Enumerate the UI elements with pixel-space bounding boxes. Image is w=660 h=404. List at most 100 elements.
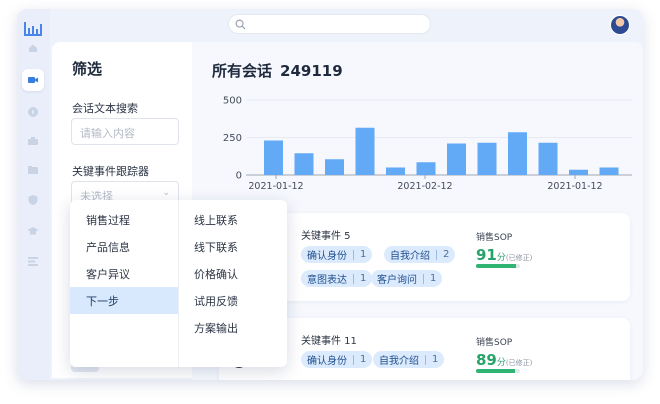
dropdown-option[interactable]: 产品信息	[70, 233, 178, 260]
bar[interactable]	[477, 142, 497, 175]
dropdown-option[interactable]: 下一步	[70, 287, 178, 314]
bar[interactable]	[386, 167, 405, 176]
event-tag-label: 自我介绍	[390, 251, 430, 262]
tag-separator	[436, 249, 437, 260]
event-tag-count: 1	[430, 273, 437, 284]
text-search-input[interactable]: 请输入内容	[71, 118, 179, 145]
bar[interactable]	[447, 143, 466, 176]
sop-score-note: (已修正)	[505, 359, 533, 367]
bar[interactable]	[538, 142, 558, 175]
chevron-down-icon: ⌄	[162, 188, 170, 198]
rail-folder-button[interactable]	[22, 159, 44, 181]
x-tick-label: 2021-01-12	[547, 181, 602, 192]
event-tag-count: 1	[360, 354, 367, 365]
global-search-input[interactable]	[228, 14, 431, 34]
tracker-label: 关键事件跟踪器	[72, 165, 149, 178]
rail-home-button[interactable]	[22, 37, 44, 59]
x-tick-label: 2021-02-12	[397, 181, 452, 192]
sop-progress-fill	[476, 369, 516, 373]
bar[interactable]	[508, 132, 527, 175]
event-tag[interactable]: 自我介绍 2	[384, 246, 456, 263]
tag-separator	[353, 249, 354, 260]
sop-score-value: 89	[476, 351, 497, 369]
event-tag-count: 2	[443, 249, 450, 260]
rail-briefcase-button[interactable]	[22, 130, 44, 152]
compass-icon	[28, 107, 38, 117]
rail-compass-button[interactable]	[22, 101, 44, 123]
sop-score-note: (已修正)	[505, 254, 533, 262]
tag-separator	[423, 273, 424, 284]
sop-score: 91分(已修正)	[476, 246, 532, 264]
list-icon	[28, 257, 38, 266]
event-tag-count: 1	[432, 354, 439, 365]
event-tag-label: 自我介绍	[379, 356, 419, 367]
dropdown-option[interactable]: 线上联系	[179, 206, 287, 233]
app-window: 筛选 会话文本搜索 请输入内容 关键事件跟踪器 未选择 ⌄ 所有会话 249119…	[17, 9, 643, 380]
text-search-placeholder: 请输入内容	[80, 127, 135, 140]
event-tag-label: 客户询问	[377, 275, 417, 286]
tag-separator	[353, 354, 354, 365]
session-count: 249119	[280, 62, 343, 80]
dropdown-option[interactable]: 试用反馈	[179, 287, 287, 314]
bar[interactable]	[294, 153, 314, 175]
event-tag[interactable]: 自我介绍 1	[373, 351, 445, 368]
event-tag[interactable]: 客户询问 1	[371, 270, 443, 287]
sop-score-value: 91	[476, 246, 497, 264]
bar[interactable]	[264, 140, 283, 176]
bar[interactable]	[599, 167, 619, 176]
sop-score-unit: 分	[496, 358, 506, 368]
text-search-label: 会话文本搜索	[72, 102, 138, 115]
sop-score-unit: 分	[496, 253, 506, 263]
dropdown-option[interactable]: 方案输出	[179, 314, 287, 341]
dropdown-option[interactable]: 线下联系	[179, 233, 287, 260]
folder-icon	[28, 166, 38, 174]
dropdown-option[interactable]: 销售过程	[70, 206, 178, 233]
briefcase-icon	[28, 137, 38, 145]
rail-graduation-cap-button[interactable]	[22, 220, 44, 242]
sop-progress-fill	[476, 264, 517, 268]
page-title-text: 所有会话	[212, 62, 273, 80]
tag-separator	[353, 273, 354, 284]
rail-shield-button[interactable]	[22, 189, 44, 211]
dropdown-option[interactable]: 客户异议	[70, 260, 178, 287]
y-tick-label: 500	[223, 96, 242, 107]
shield-icon	[28, 195, 38, 205]
event-tag[interactable]: 确认身份 1	[301, 351, 373, 368]
event-tag[interactable]: 确认身份 1	[301, 246, 373, 263]
sop-progress-bar	[476, 264, 520, 268]
y-tick-label: 250	[223, 133, 242, 144]
event-tag-label: 确认身份	[307, 356, 347, 367]
page-title: 所有会话 249119	[212, 60, 343, 81]
rail-video-button[interactable]	[22, 69, 44, 91]
bar[interactable]	[355, 127, 375, 175]
sessions-bar-chart: 500 250 0 2021-01-12 2021-02-12 2021-01-12	[223, 96, 632, 192]
graduation-cap-icon	[27, 227, 39, 235]
sop-label: 销售SOP	[476, 338, 513, 348]
video-icon	[28, 77, 38, 83]
x-tick-label: 2021-01-12	[248, 181, 303, 192]
event-tag[interactable]: 意图表达 1	[301, 270, 373, 287]
event-tag-count: 1	[360, 273, 367, 284]
filter-title: 筛选	[72, 60, 103, 78]
bar[interactable]	[569, 169, 588, 175]
bar[interactable]	[325, 159, 344, 175]
dropdown-option[interactable]: 价格确认	[179, 260, 287, 287]
rail-list-button[interactable]	[22, 250, 44, 272]
event-tag-label: 意图表达	[307, 275, 347, 286]
icon-rail	[17, 9, 50, 380]
search-icon	[235, 19, 246, 30]
tracker-dropdown: 销售过程 产品信息 客户异议 下一步 线上联系 线下联系 价格确认 试用反馈 方案输出	[70, 200, 287, 367]
event-tag-count: 1	[360, 249, 367, 260]
event-tag-label: 确认身份	[307, 251, 347, 262]
y-tick-label: 0	[236, 171, 242, 182]
sop-score: 89分(已修正)	[476, 351, 532, 369]
events-count-label: 关键事件 11	[301, 336, 357, 347]
user-avatar[interactable]	[610, 15, 630, 35]
events-count-label: 关键事件 5	[301, 231, 351, 242]
sop-progress-bar	[476, 369, 520, 373]
bar[interactable]	[416, 162, 436, 175]
sop-label: 销售SOP	[476, 233, 513, 243]
top-bar	[50, 9, 643, 41]
bar-logo-icon[interactable]	[24, 21, 42, 37]
home-icon	[29, 44, 37, 52]
